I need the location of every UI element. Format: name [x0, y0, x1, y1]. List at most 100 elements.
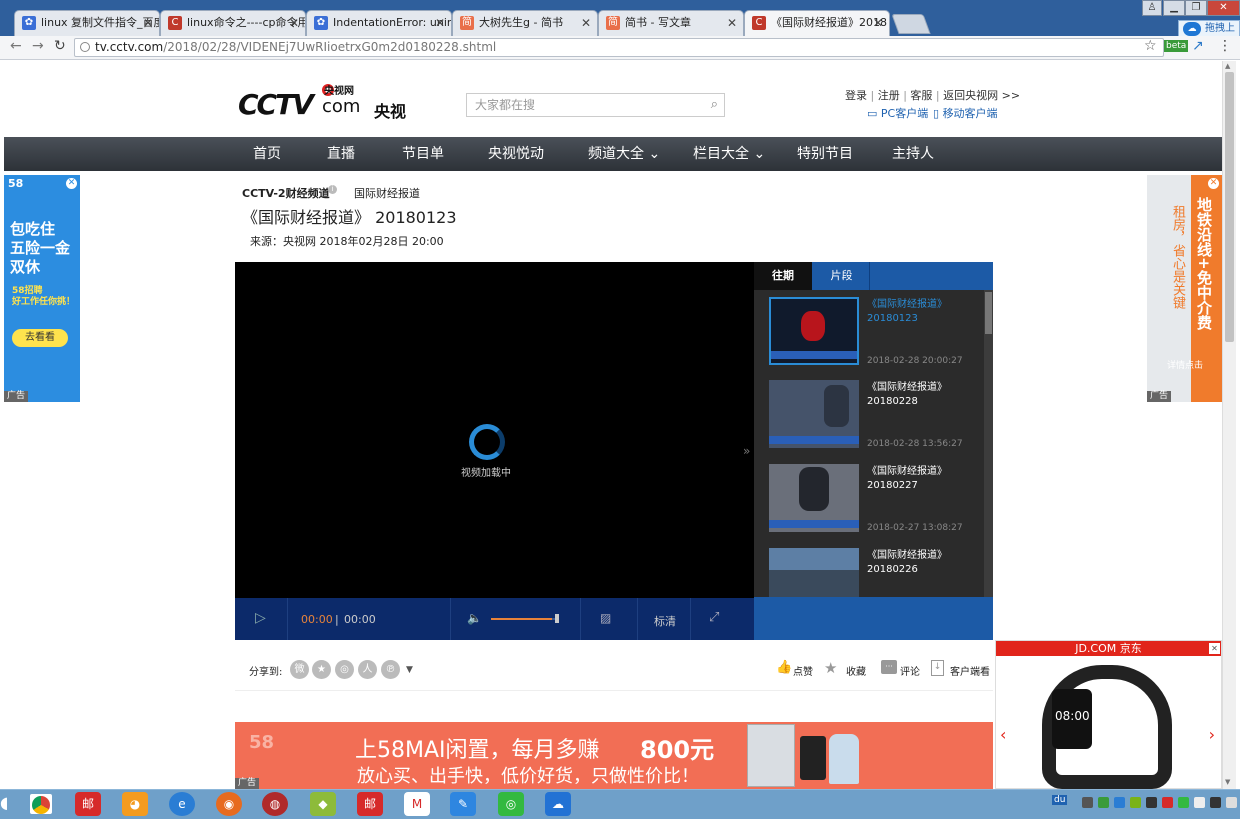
- close-tab-icon[interactable]: ✕: [435, 11, 445, 35]
- playlist-scrollbar[interactable]: [984, 290, 993, 597]
- nav-columns[interactable]: 栏目大全 ⌄: [693, 137, 765, 171]
- thumbs-up-icon[interactable]: 👍: [776, 660, 792, 675]
- nav-schedule[interactable]: 节目单: [402, 137, 444, 171]
- menu-dots-icon[interactable]: ⋮: [1218, 38, 1232, 54]
- browser-tab-2[interactable]: C linux命令之----cp命令用 ✕: [160, 10, 306, 36]
- page-info-icon[interactable]: [80, 42, 90, 52]
- nav-home[interactable]: 首页: [253, 137, 281, 171]
- close-tab-icon[interactable]: ✕: [727, 11, 737, 35]
- back-arrow-icon[interactable]: ←: [10, 38, 22, 54]
- ie-browser-taskbar-icon[interactable]: e: [169, 792, 195, 816]
- scrollbar-thumb[interactable]: [1225, 72, 1234, 342]
- browser-tab-4[interactable]: 简 大树先生g - 简书 ✕: [452, 10, 598, 36]
- browser-tab-6-active[interactable]: C 《国际财经报道》2018 ✕: [744, 10, 890, 36]
- close-tab-icon[interactable]: ✕: [581, 11, 591, 35]
- close-window-button[interactable]: ✕: [1207, 0, 1240, 16]
- uc-browser-taskbar-icon[interactable]: ◕: [122, 792, 148, 816]
- minimize-button[interactable]: ▁: [1163, 0, 1185, 16]
- close-tab-icon[interactable]: ✕: [873, 11, 883, 35]
- wechat-taskbar-icon[interactable]: ◎: [498, 792, 524, 816]
- nav-hosts[interactable]: 主持人: [892, 137, 934, 171]
- notes-app-taskbar-icon[interactable]: ✎: [450, 792, 476, 816]
- url-input[interactable]: tv.cctv.com/2018/02/28/VIDENEj7UwRIioetr…: [74, 38, 1164, 57]
- quality-button[interactable]: 标清: [654, 613, 676, 629]
- return-cctv-link[interactable]: 返回央视网 >>: [943, 89, 1020, 102]
- trend-extension-icon[interactable]: ↗: [1192, 38, 1204, 54]
- play-icon[interactable]: ▷: [255, 610, 266, 626]
- browser-tab-3[interactable]: ✿ IndentationError: uninc ✕: [306, 10, 452, 36]
- favorite-star-icon[interactable]: ★: [824, 659, 837, 677]
- video-player[interactable]: 视频加载中 »: [235, 262, 754, 598]
- reload-icon[interactable]: ↻: [54, 38, 66, 54]
- close-ad-icon[interactable]: ✕: [66, 178, 77, 189]
- nav-sports[interactable]: 央视悦动: [488, 137, 544, 171]
- tray-icon[interactable]: [1194, 797, 1205, 808]
- nav-live[interactable]: 直播: [327, 137, 355, 171]
- more-share-chevron-icon[interactable]: ▼: [406, 665, 413, 675]
- tray-icon[interactable]: [1162, 797, 1173, 808]
- scroll-up-arrow-icon[interactable]: ▲: [1225, 62, 1230, 70]
- bookmark-star-icon[interactable]: ☆: [1144, 38, 1157, 54]
- ad-go-button[interactable]: 去看看: [12, 329, 68, 347]
- close-tab-icon[interactable]: ✕: [143, 11, 153, 35]
- tray-icon[interactable]: [1178, 797, 1189, 808]
- beta-extension-badge[interactable]: beta: [1164, 40, 1189, 52]
- fullscreen-icon[interactable]: ⤢: [709, 610, 719, 625]
- comment-icon[interactable]: ···: [881, 660, 897, 674]
- wechat-icon[interactable]: ◎: [335, 660, 354, 679]
- tray-icon[interactable]: [1098, 797, 1109, 808]
- volume-icon[interactable]: 🔈: [467, 611, 482, 625]
- favorite-label[interactable]: 收藏: [846, 663, 866, 678]
- screenshot-icon[interactable]: ▨: [600, 611, 611, 625]
- left-side-ad[interactable]: 58 ✕ 包吃住 五险一金 双休 58招聘 好工作任你挑！ 去看看 广告: [4, 175, 80, 402]
- browser-tab-5[interactable]: 简 简书 - 写文章 ✕: [598, 10, 744, 36]
- volume-handle[interactable]: [555, 614, 559, 623]
- bottom-banner-ad[interactable]: 58 上58MAI闲置，每月多赚 800元 放心买、出手快，低价好货，只做性价比…: [235, 722, 993, 789]
- channel-info-icon[interactable]: i: [328, 185, 337, 194]
- firefox-taskbar-icon[interactable]: ◉: [216, 792, 242, 816]
- nav-specials[interactable]: 特别节目: [797, 137, 853, 171]
- service-link[interactable]: 客服: [910, 89, 932, 102]
- volume-slider[interactable]: [491, 618, 559, 620]
- gmail-taskbar-icon[interactable]: M: [404, 792, 430, 816]
- cctv-logo[interactable]: CCTV 央视网 com 央视: [238, 82, 418, 122]
- comment-label[interactable]: 评论: [900, 663, 920, 678]
- jd-prev-arrow-icon[interactable]: ‹: [1000, 725, 1006, 744]
- pinterest-icon[interactable]: ℗: [381, 660, 400, 679]
- jd-next-arrow-icon[interactable]: ›: [1209, 725, 1215, 744]
- channel-link[interactable]: CCTV-2财经频道: [242, 185, 330, 201]
- tray-icon[interactable]: [1226, 797, 1237, 808]
- close-tab-icon[interactable]: ✕: [289, 11, 299, 35]
- like-label[interactable]: 点赞: [793, 663, 813, 678]
- expand-playlist-icon[interactable]: »: [743, 444, 750, 458]
- right-side-ad[interactable]: ✕ 租房，省心是关键 地铁沿线+免中介费 详情点击 广告: [1147, 175, 1222, 402]
- qzone-star-icon[interactable]: ★: [312, 660, 331, 679]
- mobile-client-link[interactable]: ▯ 移动客户端: [933, 105, 998, 121]
- register-link[interactable]: 注册: [878, 89, 900, 102]
- tab-clips[interactable]: 片段: [814, 262, 870, 290]
- mail-app-2-taskbar-icon[interactable]: 邮: [357, 792, 383, 816]
- tray-icon[interactable]: [1210, 797, 1221, 808]
- client-view-label[interactable]: 客户端看: [950, 663, 990, 678]
- login-link[interactable]: 登录: [845, 89, 867, 102]
- baidu-input-tray-icon[interactable]: du: [1052, 795, 1068, 805]
- red-app-taskbar-icon[interactable]: ◍: [262, 792, 288, 816]
- pc-client-link[interactable]: ▭ PC客户端: [867, 105, 928, 121]
- renren-icon[interactable]: 人: [358, 660, 377, 679]
- forward-arrow-icon[interactable]: →: [32, 38, 44, 54]
- new-tab-button[interactable]: [891, 14, 931, 34]
- chrome-taskbar-icon[interactable]: [28, 792, 54, 816]
- jd-product-ad[interactable]: JD.COM 京东 ✕ ‹ › 08:00: [995, 640, 1222, 789]
- program-link[interactable]: 国际财经报道: [354, 185, 420, 201]
- tray-icon[interactable]: [1114, 797, 1125, 808]
- weibo-icon[interactable]: 微: [290, 660, 309, 679]
- mail-app-taskbar-icon[interactable]: 邮: [75, 792, 101, 816]
- ad-detail-button[interactable]: 详情点击: [1167, 358, 1203, 371]
- tray-icon[interactable]: [1146, 797, 1157, 808]
- search-icon[interactable]: ⌕: [711, 94, 718, 116]
- user-icon[interactable]: ♙: [1142, 0, 1162, 16]
- tab-past-episodes[interactable]: 往期: [754, 262, 812, 290]
- nav-channels[interactable]: 频道大全 ⌄: [588, 137, 660, 171]
- maximize-button[interactable]: ❐: [1185, 0, 1207, 16]
- baidu-cloud-taskbar-icon[interactable]: ☁: [545, 792, 571, 816]
